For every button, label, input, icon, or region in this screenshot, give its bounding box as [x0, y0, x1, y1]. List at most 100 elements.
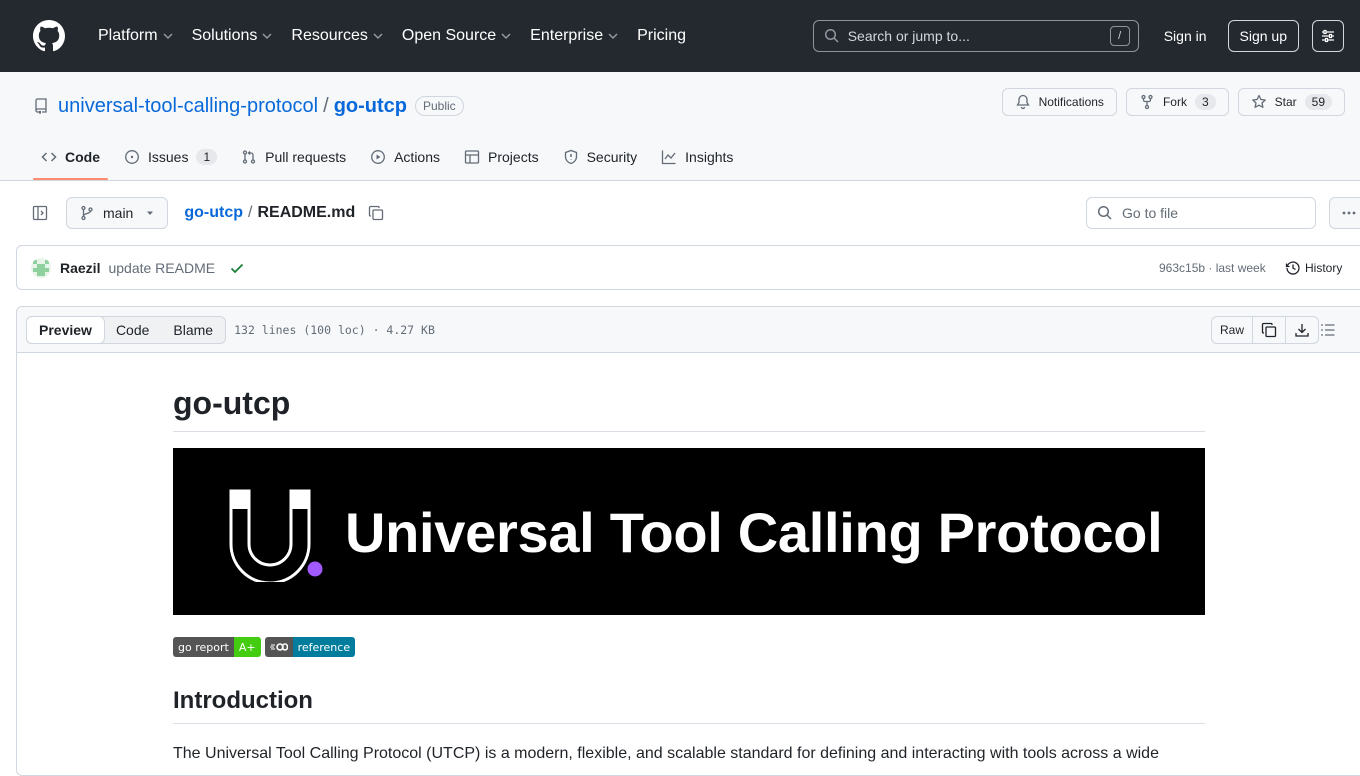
branch-selector[interactable]: main [66, 196, 169, 229]
sign-up-button[interactable]: Sign up [1227, 20, 1299, 52]
avatar[interactable] [31, 257, 51, 278]
git-branch-icon [79, 205, 95, 221]
copy-raw-icon[interactable] [1252, 316, 1287, 344]
breadcrumb-file: README.md [257, 203, 356, 221]
top-nav: Platform Solutions Resources Open Source… [89, 20, 695, 52]
more-options-icon[interactable] [1329, 197, 1360, 229]
tab-label: Projects [488, 149, 539, 165]
tab-security[interactable]: Security [555, 134, 646, 180]
nav-pricing[interactable]: Pricing [628, 20, 695, 52]
chevron-down-icon [162, 30, 174, 42]
table-icon [464, 149, 480, 165]
badge-label: go report [173, 637, 234, 658]
commit-author[interactable]: Raezil [60, 260, 100, 276]
breadcrumb-repo-link[interactable]: go-utcp [184, 204, 243, 222]
github-logo-icon[interactable] [33, 20, 65, 52]
nav-enterprise[interactable]: Enterprise [521, 20, 628, 52]
file-navigation: main go-utcp / README.md Go to file [0, 181, 1360, 244]
file-stats: 132 lines (100 loc) · 4.27 KB [234, 322, 435, 337]
menu-sliders-icon[interactable] [1312, 20, 1344, 52]
sidebar-expand-icon[interactable] [24, 197, 56, 229]
raw-button[interactable]: Raw [1211, 316, 1254, 344]
tab-label: Security [586, 149, 638, 165]
bell-icon [1015, 94, 1031, 110]
global-search-input[interactable]: Search or jump to... / [812, 20, 1139, 52]
star-icon [1251, 94, 1267, 110]
repo-title: universal-tool-calling-protocol / go-utc… [33, 90, 464, 122]
repo-tabs: Code Issues 1 Pull requests Actions Proj… [33, 134, 749, 180]
issue-icon [124, 149, 140, 165]
tab-label: Issues [148, 149, 189, 165]
tab-label: Code [65, 149, 100, 165]
tab-label: Insights [685, 149, 734, 165]
go-reference-badge[interactable]: reference [264, 637, 356, 658]
fork-count: 3 [1194, 94, 1216, 110]
repo-owner-link[interactable]: universal-tool-calling-protocol [58, 95, 318, 118]
utcp-banner-image[interactable]: Universal Tool Calling Protocol [173, 448, 1205, 616]
nav-label: Enterprise [530, 27, 604, 44]
tab-code[interactable]: Code [33, 134, 108, 180]
tab-issues[interactable]: Issues 1 [116, 134, 225, 180]
shield-icon [563, 149, 579, 165]
outline-list-icon[interactable] [1320, 322, 1336, 338]
star-button[interactable]: Star 59 [1237, 88, 1345, 116]
tab-projects[interactable]: Projects [456, 134, 547, 180]
repo-slash: / [323, 94, 329, 117]
nav-label: Solutions [191, 27, 258, 44]
history-label: History [1305, 260, 1343, 275]
go-logo-icon [264, 637, 293, 658]
nav-open-source[interactable]: Open Source [393, 20, 521, 52]
issues-count: 1 [196, 149, 218, 165]
triangle-down-icon [145, 208, 155, 218]
code-icon [41, 149, 57, 165]
tab-insights[interactable]: Insights [653, 134, 741, 180]
notifications-button[interactable]: Notifications [1001, 88, 1117, 116]
visibility-badge: Public [415, 96, 464, 116]
check-icon[interactable] [229, 260, 245, 276]
preview-tab[interactable]: Preview [26, 315, 105, 344]
nav-platform[interactable]: Platform [89, 20, 183, 52]
breadcrumb: go-utcp / README.md [184, 204, 355, 222]
sign-in-link[interactable]: Sign in [1155, 20, 1216, 52]
nav-label: Resources [291, 27, 368, 44]
fork-button[interactable]: Fork 3 [1125, 88, 1229, 116]
commit-meta[interactable]: 963c15b · last week [1159, 261, 1266, 275]
play-icon [370, 149, 386, 165]
repo-name-link[interactable]: go-utcp [334, 95, 407, 118]
tab-label: Actions [394, 149, 441, 165]
search-placeholder: Search or jump to... [847, 28, 970, 44]
search-icon [824, 28, 840, 44]
repo-icon [33, 98, 49, 114]
blame-tab[interactable]: Blame [161, 317, 225, 343]
section-heading-introduction: Introduction [173, 687, 1205, 725]
file-viewer: Preview Code Blame 132 lines (100 loc) ·… [16, 306, 1360, 776]
code-view-tab[interactable]: Code [104, 317, 161, 343]
copy-path-icon[interactable] [368, 205, 384, 221]
download-icon[interactable] [1285, 316, 1320, 344]
file-actions: Raw [1211, 316, 1320, 344]
search-icon [1097, 205, 1113, 221]
intro-paragraph: The Universal Tool Calling Protocol (UTC… [173, 745, 1159, 763]
tab-actions[interactable]: Actions [362, 134, 448, 180]
graph-icon [661, 149, 677, 165]
go-to-file-input[interactable]: Go to file [1086, 197, 1316, 229]
latest-commit-bar: Raezil update README 963c15b · last week… [16, 245, 1360, 290]
chevron-down-icon [500, 30, 512, 42]
repo-header: universal-tool-calling-protocol / go-utc… [0, 72, 1360, 181]
commit-message[interactable]: update README [108, 260, 215, 276]
fork-icon [1139, 94, 1155, 110]
go-report-badge[interactable]: go report A+ [173, 637, 261, 658]
pull-request-icon [241, 149, 257, 165]
fork-label: Fork [1162, 95, 1187, 109]
chevron-down-icon [607, 30, 619, 42]
tab-label: Pull requests [265, 149, 347, 165]
nav-solutions[interactable]: Solutions [183, 20, 283, 52]
nav-label: Pricing [637, 27, 686, 44]
breadcrumb-separator: / [248, 203, 253, 221]
nav-label: Platform [98, 27, 158, 44]
chevron-down-icon [372, 30, 384, 42]
nav-resources[interactable]: Resources [282, 20, 392, 52]
history-button[interactable]: History [1285, 260, 1342, 276]
file-header: Preview Code Blame 132 lines (100 loc) ·… [17, 307, 1360, 353]
tab-pull-requests[interactable]: Pull requests [233, 134, 354, 180]
